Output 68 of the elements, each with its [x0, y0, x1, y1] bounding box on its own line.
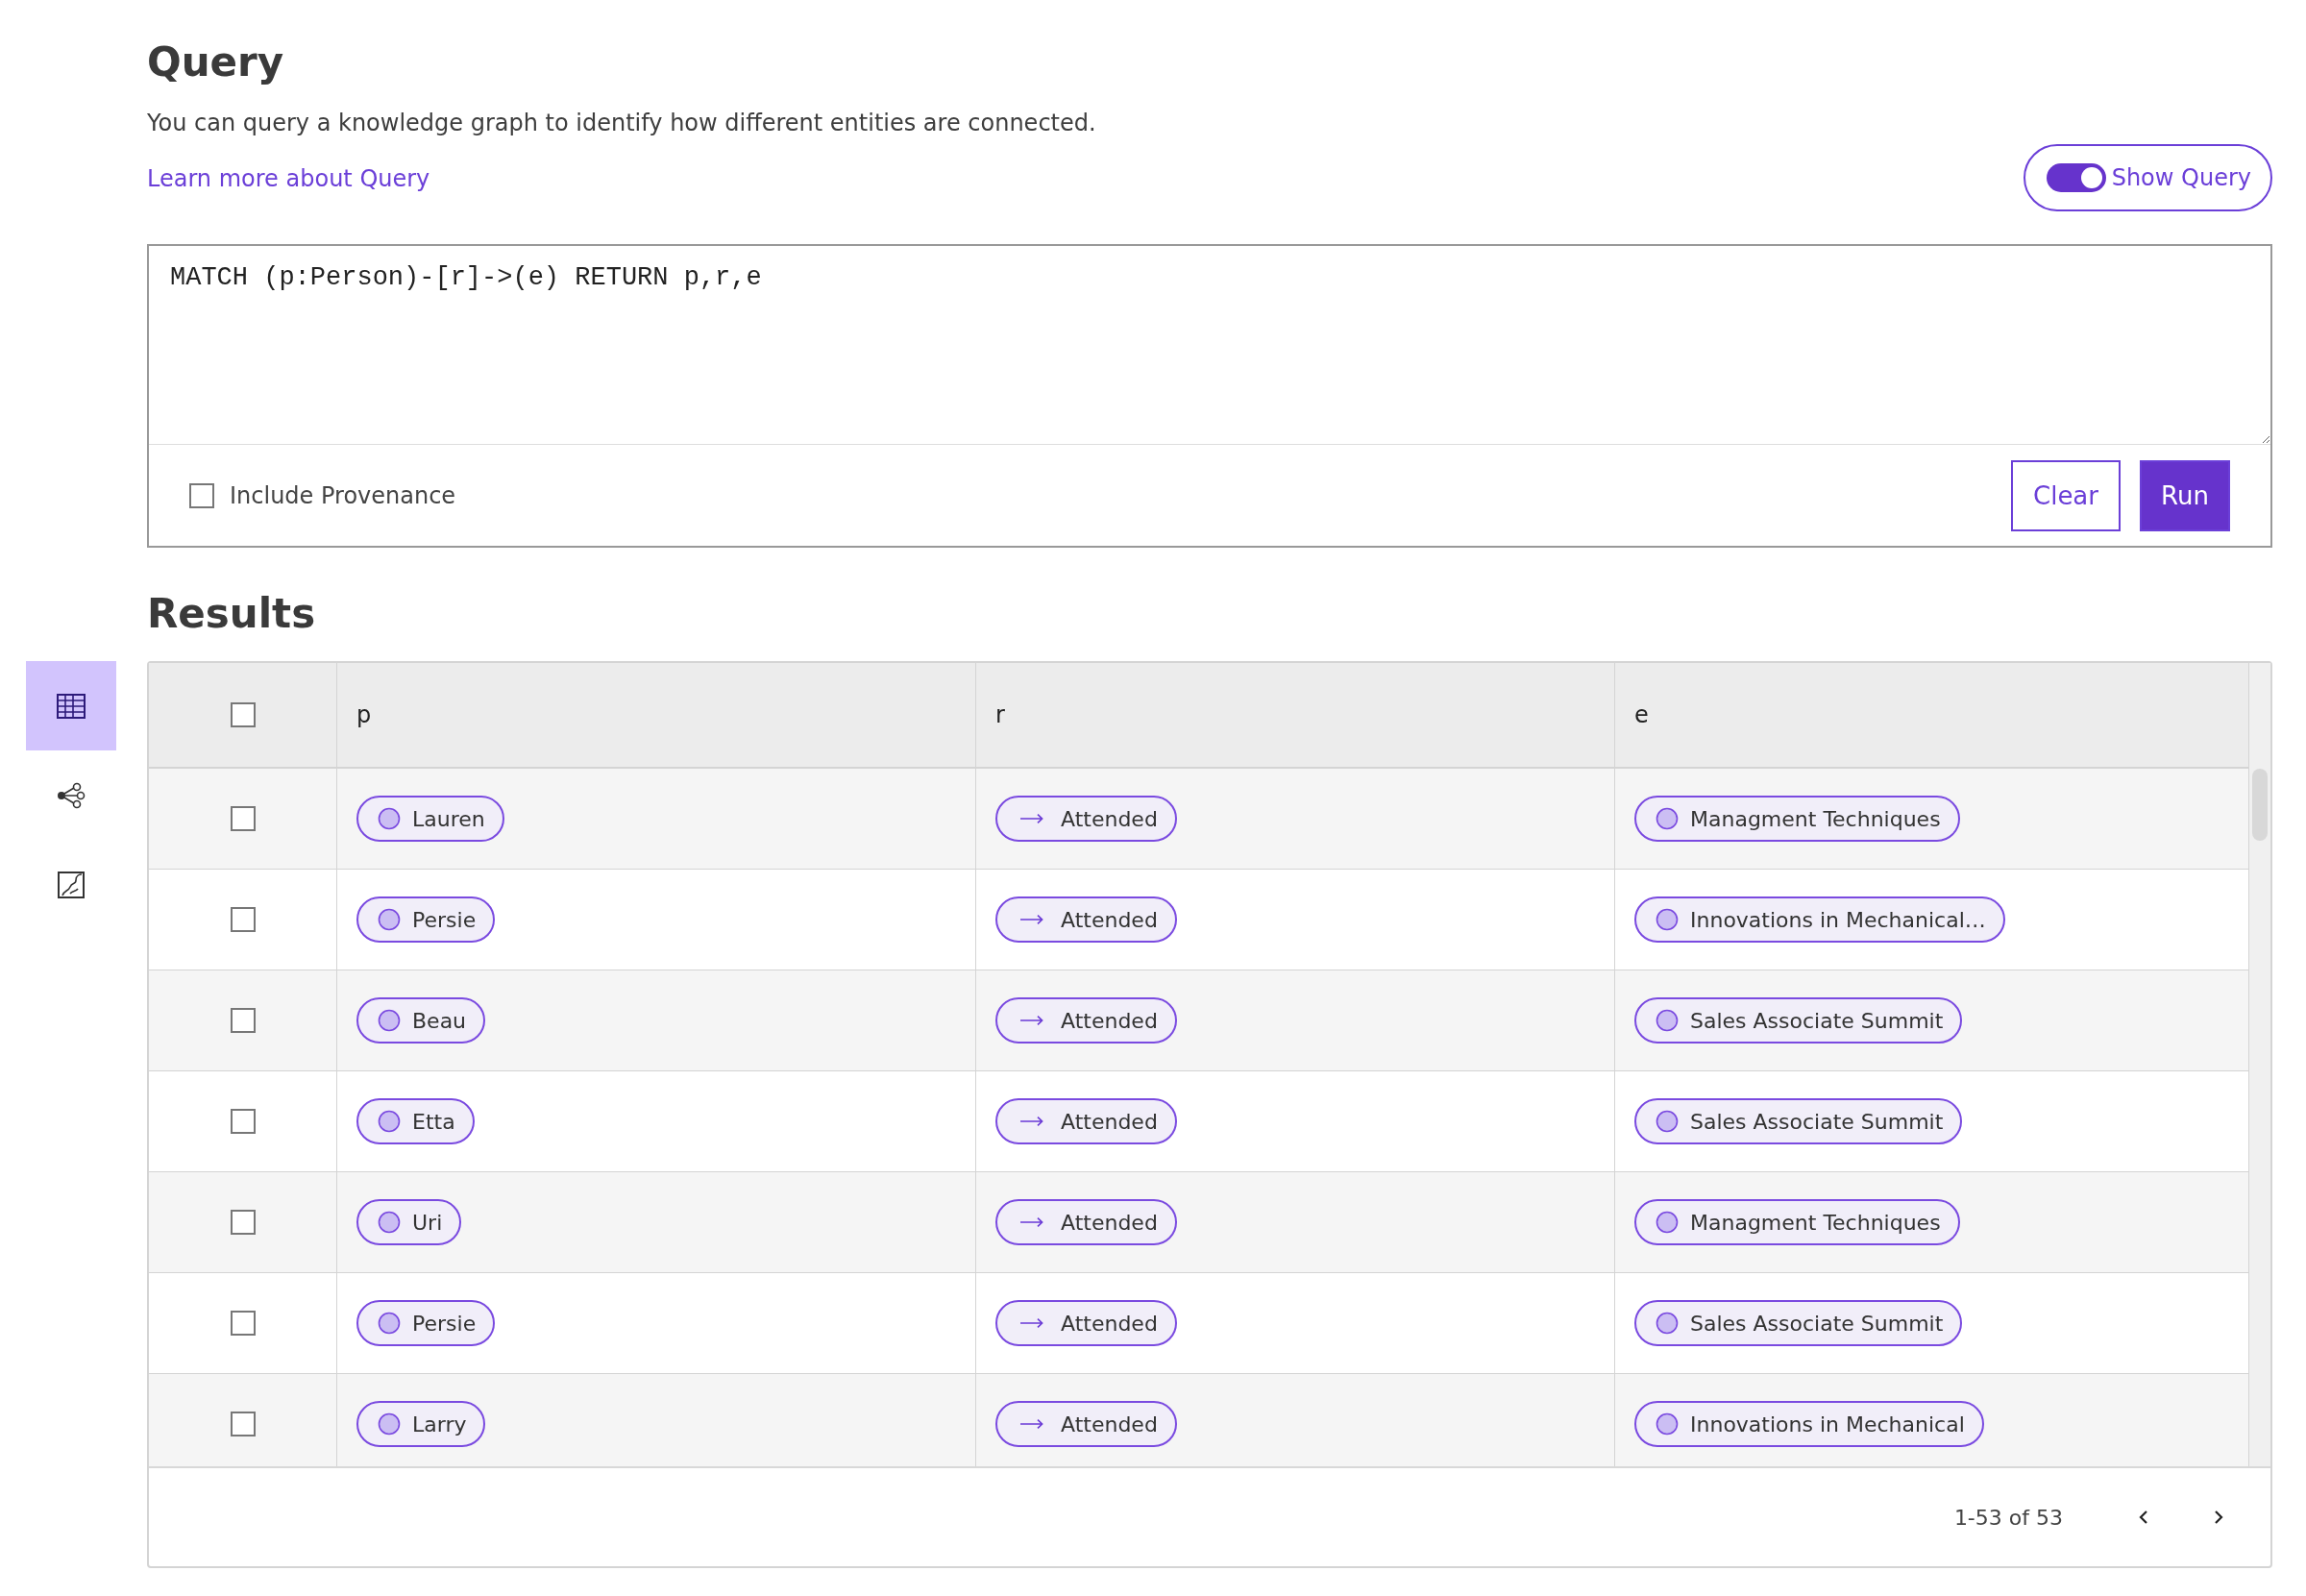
arrow-icon: [1020, 1217, 1043, 1228]
circle-icon: [378, 1312, 401, 1336]
entity-chip[interactable]: Etta: [356, 1098, 475, 1145]
row-checkbox[interactable]: [230, 907, 256, 933]
clear-button[interactable]: Clear: [2011, 459, 2121, 531]
row-checkbox[interactable]: [230, 1210, 256, 1236]
entity-chip[interactable]: Sales Associate Summit: [1634, 997, 1963, 1044]
relationship-chip[interactable]: Attended: [995, 1300, 1177, 1347]
results-title: Results: [147, 590, 317, 639]
page-title: Query: [147, 38, 284, 87]
entity-chip[interactable]: Persie: [356, 896, 496, 944]
arrow-icon: [1020, 814, 1043, 824]
entity-chip[interactable]: Uri: [356, 1199, 462, 1246]
entity-chip[interactable]: Managment Techniques: [1634, 1199, 1960, 1246]
run-button[interactable]: Run: [2140, 459, 2230, 531]
circle-icon: [1656, 1211, 1679, 1235]
relationship-chip[interactable]: Attended: [995, 1401, 1177, 1448]
learn-more-link[interactable]: Learn more about Query: [147, 165, 430, 193]
circle-icon: [378, 1009, 401, 1033]
map-icon: [57, 870, 86, 899]
row-checkbox[interactable]: [230, 1008, 256, 1034]
entity-chip[interactable]: Innovations in Mechanical: [1634, 1401, 1984, 1448]
checkbox-label: Include Provenance: [230, 481, 456, 509]
circle-icon: [1656, 1412, 1679, 1436]
entity-chip[interactable]: Innovations in Mechanical…: [1634, 896, 2005, 944]
circle-icon: [1656, 1110, 1679, 1134]
relationship-chip[interactable]: Attended: [995, 1199, 1177, 1246]
circle-icon: [1656, 1312, 1679, 1336]
relationship-chip[interactable]: Attended: [995, 1098, 1177, 1145]
circle-icon: [1656, 1009, 1679, 1033]
table-view-button[interactable]: [26, 661, 116, 751]
entity-chip[interactable]: Sales Associate Summit: [1634, 1098, 1963, 1145]
entity-chip[interactable]: Sales Associate Summit: [1634, 1300, 1963, 1347]
circle-icon: [378, 908, 401, 932]
circle-icon: [378, 1412, 401, 1436]
row-checkbox[interactable]: [230, 806, 256, 832]
arrow-icon: [1020, 1419, 1043, 1430]
column-header[interactable]: r: [995, 701, 1005, 729]
checkbox[interactable]: [189, 482, 214, 508]
column-header[interactable]: e: [1634, 701, 1649, 729]
row-checkbox[interactable]: [230, 1311, 256, 1337]
circle-icon: [378, 807, 401, 831]
entity-chip[interactable]: Lauren: [356, 796, 504, 843]
table-icon: [57, 693, 86, 719]
row-checkbox[interactable]: [230, 1412, 256, 1437]
entity-chip[interactable]: Larry: [356, 1401, 486, 1448]
relationship-chip[interactable]: Attended: [995, 796, 1177, 843]
column-header[interactable]: p: [356, 701, 372, 729]
entity-chip[interactable]: Beau: [356, 997, 486, 1044]
pagination-text: 1-53 of 53: [1953, 1505, 2063, 1530]
scrollbar[interactable]: [2248, 663, 2270, 1467]
circle-icon: [378, 1110, 401, 1134]
relationship-chip[interactable]: Attended: [995, 997, 1177, 1044]
circle-icon: [1656, 908, 1679, 932]
row-checkbox[interactable]: [230, 1109, 256, 1135]
select-all-checkbox[interactable]: [230, 702, 256, 728]
nodes-icon: [56, 781, 86, 809]
circle-icon: [378, 1211, 401, 1235]
show-query-toggle[interactable]: Show Query: [2023, 144, 2272, 211]
description: You can query a knowledge graph to identify how different entities are connected.: [147, 110, 1096, 137]
arrow-icon: [1020, 1318, 1043, 1329]
entity-chip[interactable]: Managment Techniques: [1634, 796, 1960, 843]
relationship-chip[interactable]: Attended: [995, 896, 1177, 944]
entity-chip[interactable]: Persie: [356, 1300, 496, 1347]
arrow-icon: [1020, 1016, 1043, 1026]
arrow-icon: [1020, 1117, 1043, 1127]
circle-icon: [1656, 807, 1679, 831]
arrow-icon: [1020, 915, 1043, 925]
